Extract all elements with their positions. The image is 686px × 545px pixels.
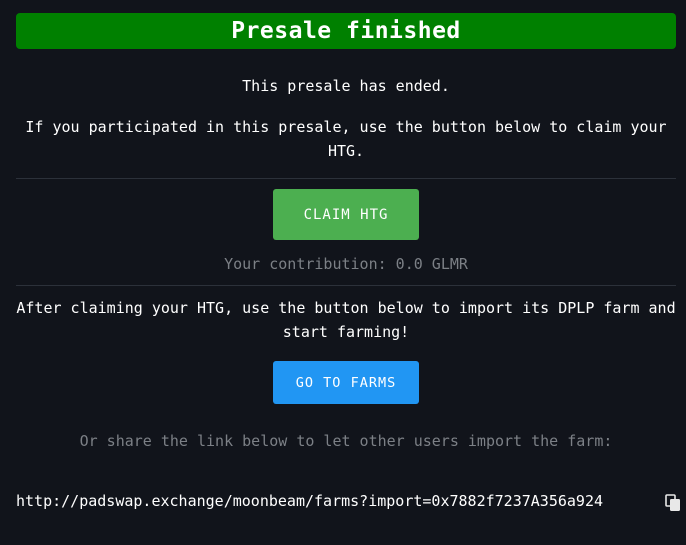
share-link-text: Or share the link below to let other use…: [79, 432, 613, 450]
go-to-farms-button[interactable]: GO TO FARMS: [273, 361, 419, 404]
farm-instructions-text: After claiming your HTG, use the button …: [16, 299, 676, 341]
presale-status-banner: Presale finished: [16, 13, 676, 49]
claim-instructions-text: If you participated in this presale, use…: [25, 118, 667, 160]
banner-title: Presale finished: [231, 18, 461, 44]
divider: [16, 178, 676, 179]
claim-htg-button[interactable]: CLAIM HTG: [273, 189, 419, 240]
divider: [16, 285, 676, 286]
share-link-field[interactable]: [16, 486, 636, 516]
presale-ended-text: This presale has ended.: [242, 77, 450, 95]
copy-icon[interactable]: [665, 494, 681, 512]
share-link-row: [16, 484, 680, 518]
contribution-text: Your contribution: 0.0 GLMR: [224, 255, 468, 273]
